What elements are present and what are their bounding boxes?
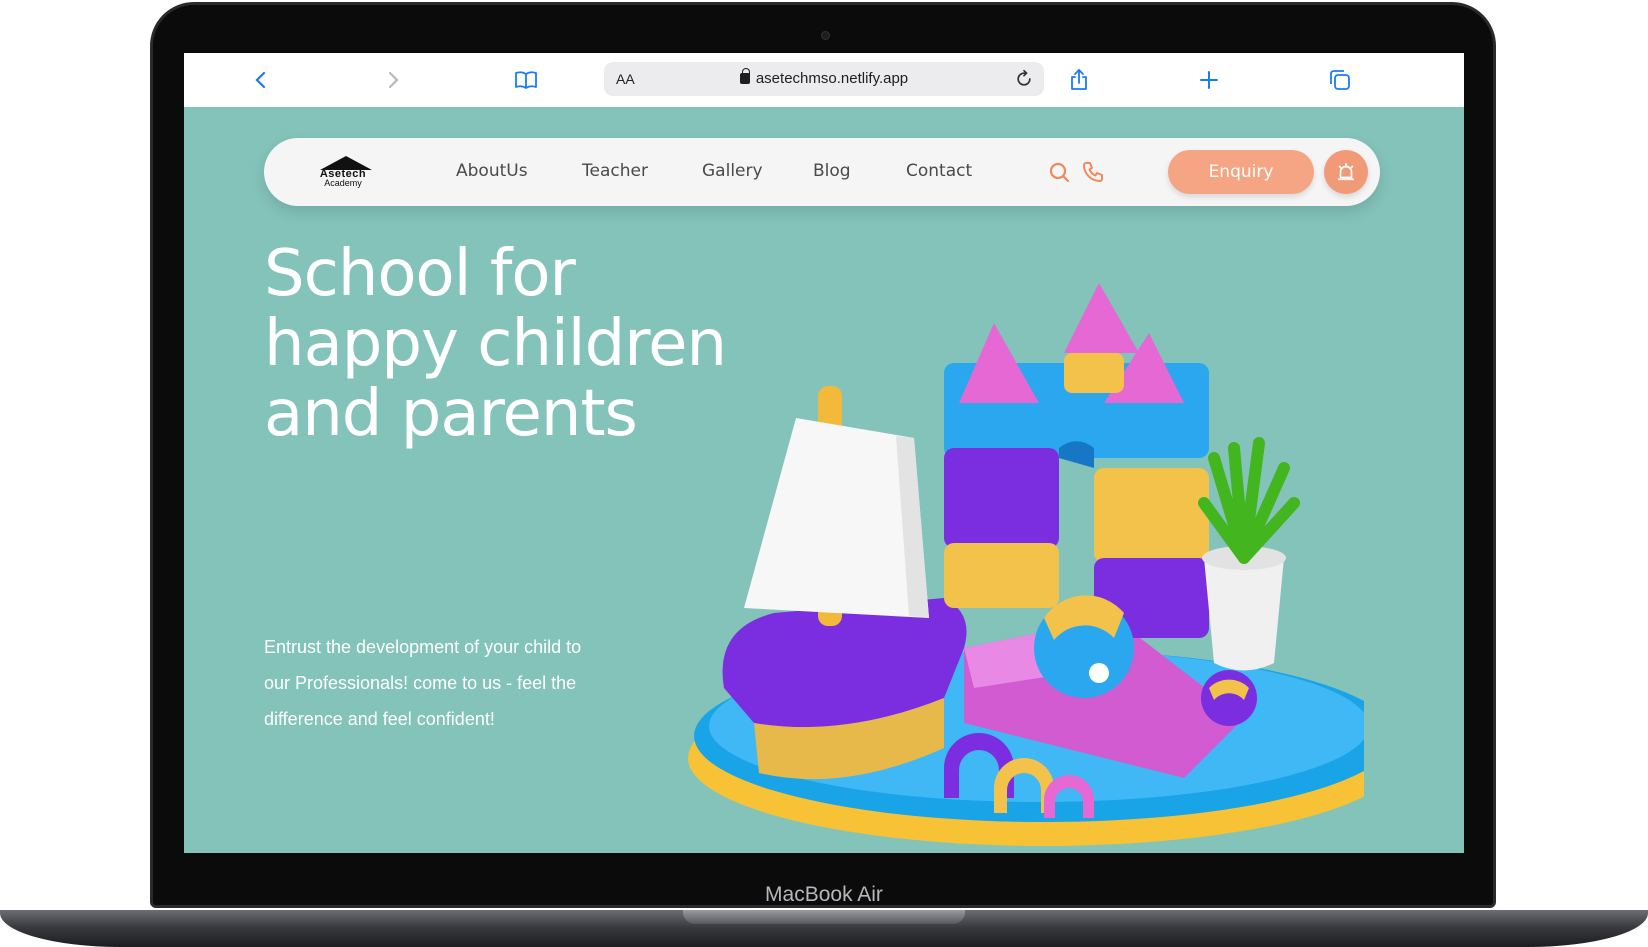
new-tab-icon[interactable]: [1196, 67, 1222, 93]
site-logo[interactable]: Asetech Academy: [298, 156, 388, 188]
back-icon[interactable]: [248, 67, 274, 93]
camera-icon: [821, 31, 830, 40]
nav-link-teacher[interactable]: Teacher: [582, 161, 648, 181]
enquiry-button[interactable]: Enquiry: [1168, 150, 1314, 194]
laptop-mockup: AA asetechmso.netlify.app Asetech Academ…: [0, 0, 1648, 947]
search-icon[interactable]: [1047, 160, 1071, 184]
site-navbar: Asetech Academy AboutUs Teacher Gallery …: [264, 138, 1380, 206]
reload-icon[interactable]: [1014, 69, 1034, 89]
device-label: MacBook Air: [765, 883, 883, 906]
address-bar[interactable]: AA asetechmso.netlify.app: [604, 62, 1044, 96]
url-text: asetechmso.netlify.app: [755, 70, 909, 87]
nav-link-gallery[interactable]: Gallery: [702, 161, 763, 181]
logo-line-2: Academy: [324, 178, 362, 188]
lock-icon: [739, 68, 750, 84]
tabs-icon[interactable]: [1327, 67, 1353, 93]
browser-toolbar: AA asetechmso.netlify.app: [184, 53, 1464, 107]
nav-link-aboutus[interactable]: AboutUs: [456, 161, 528, 181]
url-display[interactable]: asetechmso.netlify.app: [604, 68, 1044, 87]
phone-icon[interactable]: [1081, 160, 1105, 184]
bell-icon[interactable]: [1324, 150, 1368, 194]
browser-screen: AA asetechmso.netlify.app Asetech Academ…: [184, 53, 1464, 853]
share-icon[interactable]: [1066, 67, 1092, 93]
forward-icon[interactable]: [380, 67, 406, 93]
hero-subtitle: Entrust the development of your child to…: [264, 637, 582, 729]
playground-illustration: [688, 283, 1364, 846]
nav-link-contact[interactable]: Contact: [906, 161, 972, 181]
laptop-hinge-notch: [683, 910, 965, 924]
nav-link-blog[interactable]: Blog: [813, 161, 851, 181]
bookmarks-icon[interactable]: [513, 67, 539, 93]
